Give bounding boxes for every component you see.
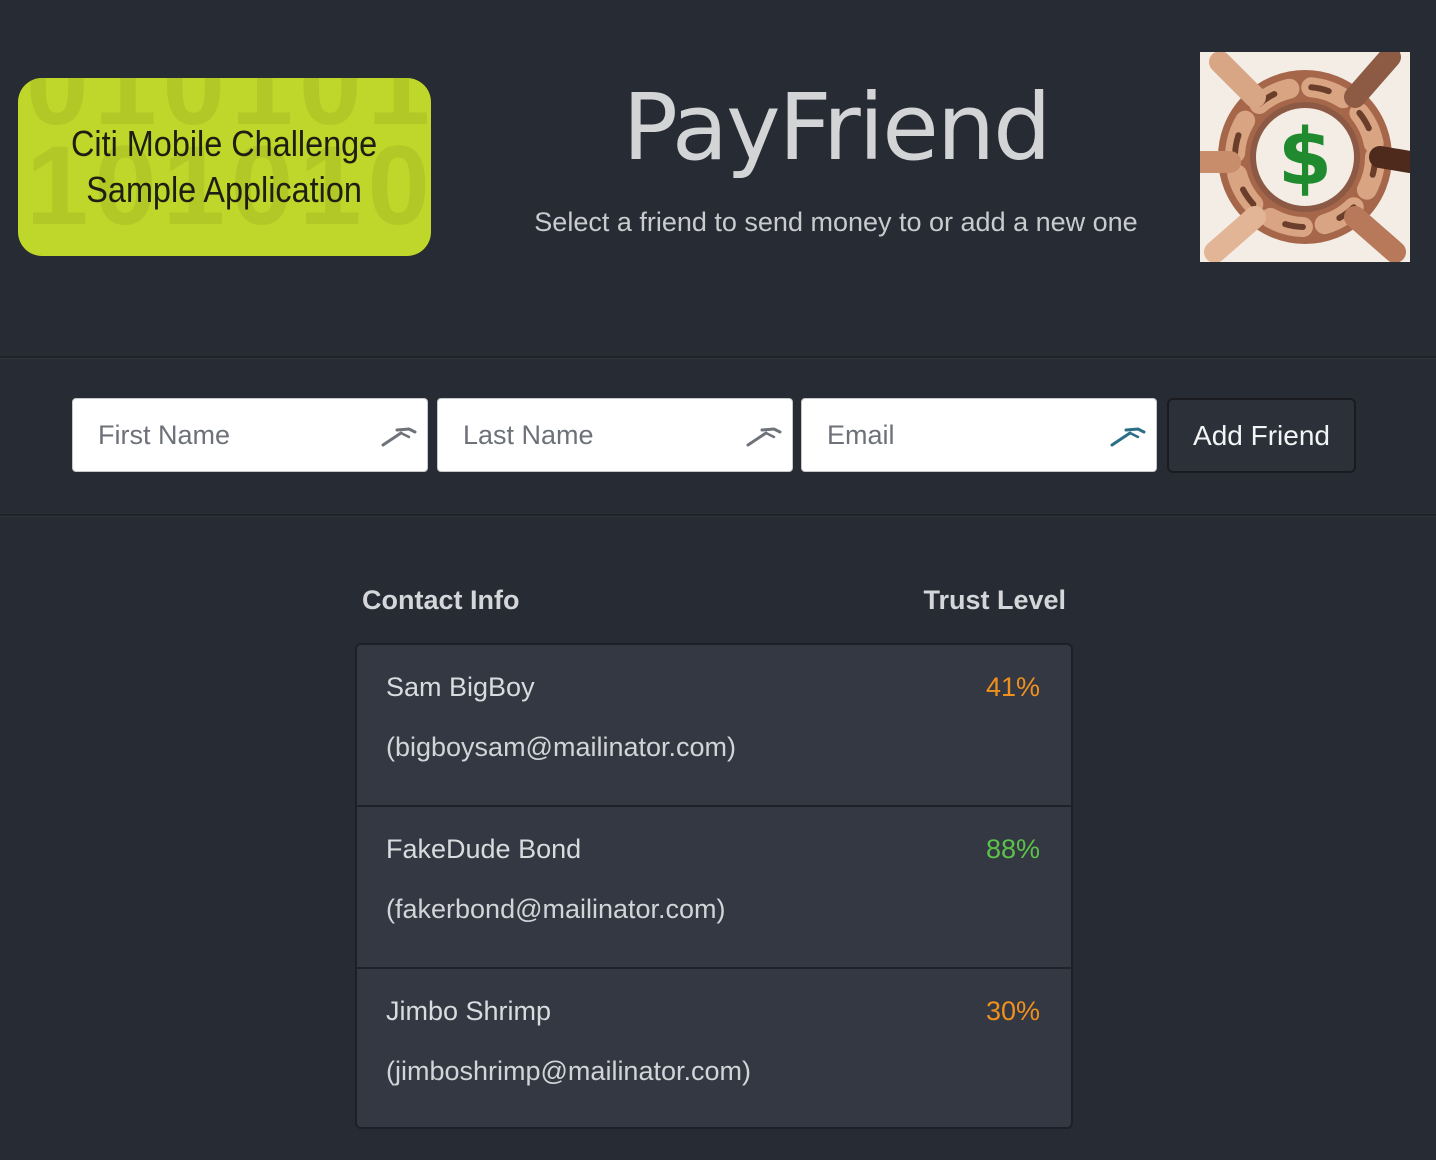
friend-email: (bigboysam@mailinator.com) [386, 732, 737, 762]
app-title: PayFriend [622, 74, 1051, 181]
email-input[interactable] [802, 399, 1156, 471]
last-name-field-wrapper [437, 398, 793, 472]
key-icon[interactable] [379, 419, 419, 451]
trust-level-value: 41% [985, 672, 1040, 702]
trust-level-header: Trust Level [923, 585, 1066, 615]
friend-email: (jimboshrimp@mailinator.com) [386, 1056, 751, 1086]
header-divider [0, 356, 1436, 359]
last-name-input[interactable] [438, 399, 792, 471]
trust-level-value: 30% [985, 996, 1040, 1026]
key-icon[interactable] [744, 419, 784, 451]
contact-info-header: Contact Info [362, 585, 520, 615]
friend-email: (fakerbond@mailinator.com) [386, 894, 726, 924]
email-field-wrapper [801, 398, 1157, 472]
friend-name: FakeDude Bond [386, 834, 582, 864]
badge-line-1: Citi Mobile Challenge [71, 123, 378, 164]
hands-circle-dollar-icon: $ [1200, 52, 1410, 262]
friends-table-header: Contact Info Trust Level [362, 580, 1066, 620]
friend-row[interactable]: Jimbo Shrimp (jimboshrimp@mailinator.com… [357, 969, 1071, 1127]
friend-row[interactable]: Sam BigBoy (bigboysam@mailinator.com) 41… [357, 645, 1071, 807]
key-icon[interactable] [1108, 419, 1148, 451]
form-divider [0, 514, 1436, 517]
trust-level-value: 88% [985, 834, 1040, 864]
first-name-input[interactable] [73, 399, 427, 471]
first-name-field-wrapper [72, 398, 428, 472]
add-friend-button[interactable]: Add Friend [1167, 398, 1356, 473]
badge-line-2: Sample Application [86, 169, 363, 210]
page-tagline: Select a friend to send money to or add … [534, 207, 1138, 237]
add-friend-form: Add Friend [72, 398, 1356, 474]
friend-row[interactable]: FakeDude Bond (fakerbond@mailinator.com)… [357, 807, 1071, 969]
citi-challenge-badge: 01010101 10101010 Citi Mobile Challenge … [18, 78, 431, 256]
friend-list: Sam BigBoy (bigboysam@mailinator.com) 41… [355, 643, 1073, 1129]
friend-name: Sam BigBoy [386, 672, 535, 702]
page-header: 01010101 10101010 Citi Mobile Challenge … [0, 0, 1436, 356]
friend-name: Jimbo Shrimp [386, 996, 552, 1026]
svg-text:$: $ [1278, 113, 1332, 203]
